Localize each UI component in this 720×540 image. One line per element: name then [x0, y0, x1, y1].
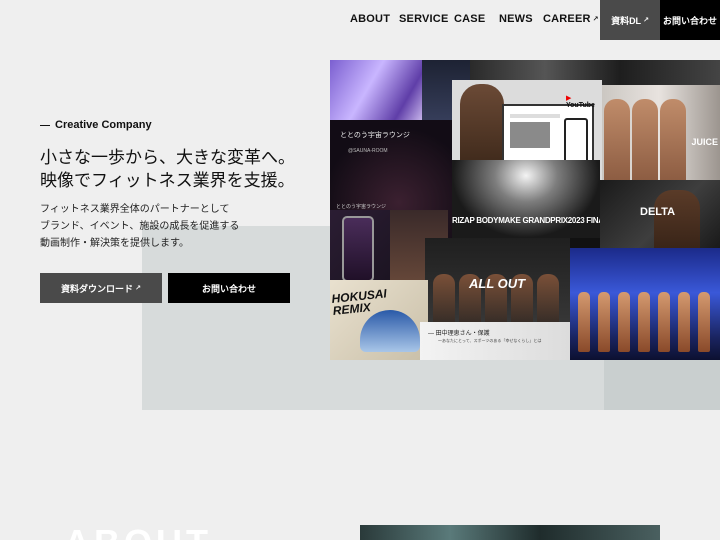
headline-line-1: 小さな一歩から、大きな変革へ。: [40, 148, 295, 167]
external-link-icon: ↗: [135, 285, 141, 292]
lead-line-2: ブランド、イベント、施設の成長を促進する: [40, 221, 240, 232]
nav-career-label: CAREER: [543, 13, 591, 25]
competitor-figure: [698, 292, 710, 352]
wave-illustration: [360, 310, 420, 352]
eyebrow-label: Creative Company: [55, 119, 152, 131]
lead-line-1: フィットネス業界全体のパートナーとして: [40, 204, 230, 215]
interview-title: — 田中理恵さん・保護: [428, 331, 490, 337]
cta-contact-button[interactable]: お問い合わせ: [168, 273, 290, 303]
headline-line-2: 映像でフィットネス業界を支援。: [40, 171, 295, 190]
external-link-icon: ↗: [592, 16, 599, 23]
laptop-video: [510, 122, 550, 148]
download-button-label: 資料DL: [611, 15, 642, 26]
contact-button[interactable]: お問い合わせ: [660, 0, 720, 40]
cta-download-button[interactable]: 資料ダウンロード ↗: [40, 273, 162, 303]
hero-collage: JUICE ととのう宇宙ラウンジ @SAUNA-ROOM ととのう宇宙ラウンジ …: [330, 60, 720, 360]
about-heading: ABOUT: [64, 522, 212, 540]
interview-subtitle: ～あなたにとって、スポーツのある「幸せなくらし」とは: [438, 338, 542, 343]
youtube-label: YouTube: [566, 102, 595, 109]
competitor-figure: [658, 292, 670, 352]
laptop-bar: [510, 114, 560, 118]
bodymake-grandprix-photo: RIZAP BODYMAKE GRANDPRIX2023 FINAL: [452, 160, 600, 238]
juice-label: JUICE: [691, 137, 718, 147]
external-link-icon: ↗: [643, 17, 649, 24]
sauna-title: ととのう宇宙ラウンジ: [340, 132, 410, 139]
hero-headline: 小さな一歩から、大きな変革へ。 映像でフィットネス業界を支援。: [40, 146, 295, 192]
phone-mockup: [342, 216, 374, 282]
model-figure: [660, 99, 686, 185]
lead-line-3: 動画制作・解決策を提供します。: [40, 238, 189, 249]
cta-download-label: 資料ダウンロード: [61, 283, 134, 294]
competitor-figure: [678, 292, 690, 352]
fitness-women-photo: JUICE: [598, 85, 720, 185]
nav-news[interactable]: NEWS: [499, 13, 533, 25]
model-figure: [632, 99, 658, 185]
about-photo: [360, 525, 660, 540]
hero-eyebrow: Creative Company: [40, 119, 152, 131]
grandprix-title: RIZAP BODYMAKE GRANDPRIX2023 FINAL: [452, 216, 600, 225]
competitor-figure: [598, 292, 610, 352]
hero-lead: フィットネス業界全体のパートナーとして ブランド、イベント、施設の成長を促進する…: [40, 201, 239, 252]
hokusai-label: HOKUSAI REMIX: [330, 286, 388, 318]
phone-mockup: [564, 118, 588, 164]
youtube-play-icon: ▶: [566, 95, 572, 102]
physique-stage-photo: [570, 248, 720, 360]
youtube-logo: ▶ YouTube: [566, 94, 602, 109]
sauna-subtitle: @SAUNA-ROOM: [348, 148, 388, 154]
nav-service[interactable]: SERVICE: [399, 13, 449, 25]
hokusai-remix-photo: HOKUSAI REMIX: [330, 280, 428, 360]
download-button[interactable]: 資料DL ↗: [600, 0, 660, 40]
top-nav: ABOUT SERVICE CASE NEWS CAREER ↗ 資料DL ↗ お問…: [0, 0, 720, 40]
eyebrow-dash: [40, 124, 50, 126]
decorative-slab-accent: [604, 358, 720, 410]
competitor-figure: [578, 292, 590, 352]
nav-case[interactable]: CASE: [454, 13, 485, 25]
model-figure: [604, 99, 630, 185]
nav-career[interactable]: CAREER ↗: [543, 13, 599, 25]
nav-about[interactable]: ABOUT: [350, 13, 390, 25]
competitor-figure: [638, 292, 650, 352]
sauna-caption: ととのう宇宙ラウンジ: [336, 204, 386, 210]
interview-photo: — 田中理恵さん・保護 ～あなたにとって、スポーツのある「幸せなくらし」とは: [420, 322, 570, 360]
competitor-figure: [618, 292, 630, 352]
delta-label: DELTA: [640, 206, 676, 218]
all-out-label: ALL OUT: [469, 276, 526, 291]
